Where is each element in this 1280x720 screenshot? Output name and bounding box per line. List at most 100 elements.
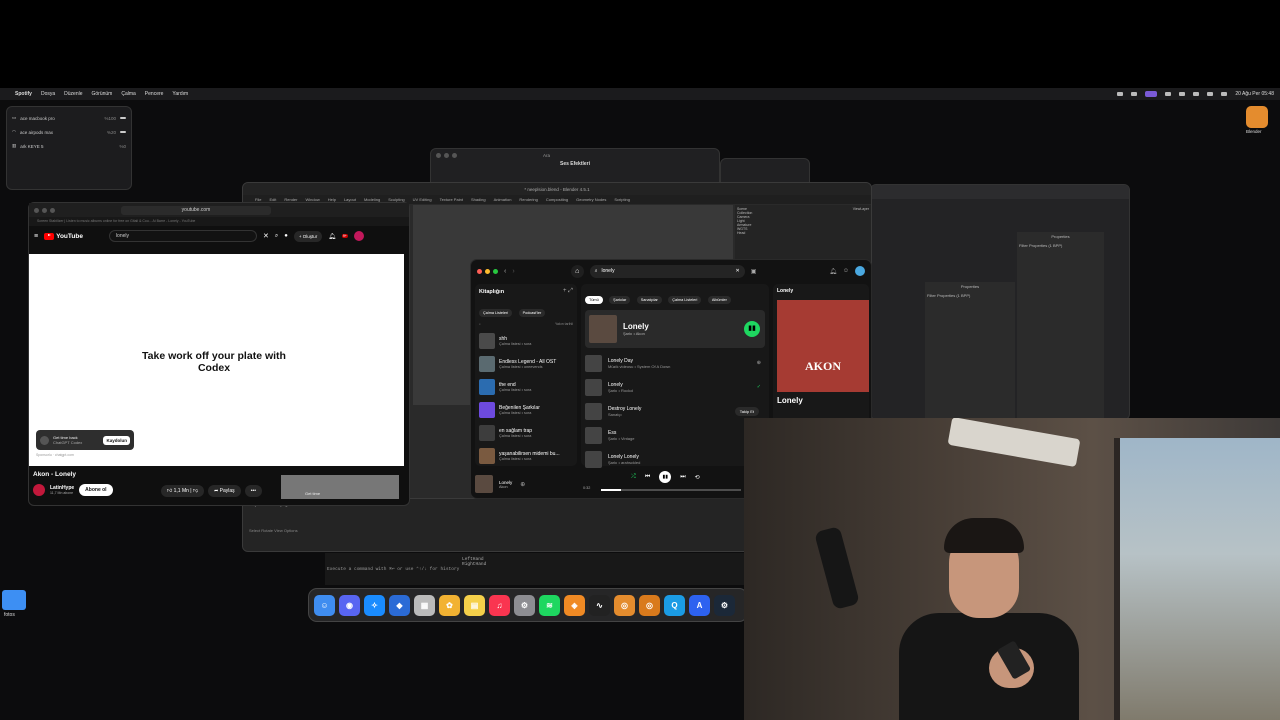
- app-orange-icon[interactable]: ◈: [564, 594, 585, 616]
- profile-avatar[interactable]: [855, 266, 865, 276]
- control-center-icon[interactable]: [1221, 92, 1228, 96]
- status-icon[interactable]: [1131, 92, 1138, 96]
- progress-bar[interactable]: [601, 489, 741, 491]
- account-avatar[interactable]: [353, 231, 364, 241]
- song-row[interactable]: Lonely Day Müzik videosu • System Of A Do…: [585, 351, 765, 375]
- home-icon[interactable]: ⌂: [570, 264, 584, 278]
- music-icon[interactable]: ♫: [489, 594, 510, 616]
- roblox-icon[interactable]: ◆: [389, 594, 410, 616]
- song-action-icon[interactable]: ⊕: [757, 360, 761, 366]
- more-button[interactable]: •••: [244, 485, 262, 497]
- menu-app-name[interactable]: Spotify: [15, 91, 32, 97]
- ad-cta-button[interactable]: Kaydolun: [103, 435, 130, 445]
- filter-chip[interactable]: Sanatçılar: [636, 296, 662, 304]
- window-search[interactable]: Ara: [543, 153, 550, 158]
- properties-panel[interactable]: Properties Filter Properties (1 BPP): [1017, 232, 1104, 422]
- status-icon[interactable]: [1179, 92, 1186, 96]
- outliner-item[interactable]: Head: [737, 231, 869, 235]
- subscribe-button[interactable]: Abone ol: [79, 484, 113, 496]
- menu-icon[interactable]: ≡: [34, 233, 38, 240]
- workspace-tab[interactable]: Shading: [471, 197, 486, 202]
- video-player[interactable]: Take work off your plate with Codex Get …: [29, 254, 404, 466]
- browse-icon[interactable]: ▣: [751, 268, 757, 275]
- window-controls[interactable]: [34, 207, 55, 213]
- steam-icon[interactable]: ⚙: [714, 594, 735, 616]
- properties-panel[interactable]: Properties Filter Properties (1 BPP): [925, 282, 1015, 422]
- menu-playback[interactable]: Çalma: [121, 91, 135, 97]
- bell-icon[interactable]: 🔔︎: [829, 268, 837, 275]
- library-item[interactable]: the end Çalma listesi • sora: [479, 375, 573, 398]
- filter-properties[interactable]: Filter Properties (1 BPP): [925, 291, 1015, 300]
- side-ad[interactable]: Get time: [281, 475, 399, 499]
- status-app-icon[interactable]: [1145, 91, 1158, 97]
- safari-icon[interactable]: ✧: [364, 594, 385, 616]
- filter-chip[interactable]: Albümler: [707, 296, 731, 304]
- quicktime-icon[interactable]: Q: [664, 594, 685, 616]
- outliner[interactable]: Scene ViewLayer Collection Camera Light …: [735, 205, 871, 265]
- clear-search-icon[interactable]: ✕: [735, 268, 739, 274]
- previous-icon[interactable]: ⏮︎: [645, 474, 650, 481]
- menu-file[interactable]: Dosya: [41, 91, 55, 97]
- player-art[interactable]: [475, 475, 493, 493]
- add-to-library-icon[interactable]: ⊕: [520, 481, 525, 488]
- youtube-logo[interactable]: YouTube: [44, 232, 83, 240]
- notification-bell-icon[interactable]: 🔔︎: [328, 233, 336, 240]
- pause-button[interactable]: ▮▮: [659, 471, 672, 483]
- menu-view[interactable]: Görünüm: [92, 91, 113, 97]
- browser-window[interactable]: youtube.com Screen Stabilizer | Listen t…: [28, 202, 410, 506]
- library-filter[interactable]: Çalma Listeleri: [479, 309, 513, 317]
- like-button[interactable]: 👍︎ 1,1 Mn | 👎︎: [161, 485, 205, 497]
- library-item[interactable]: en sağlam trap Çalma listesi • sora: [479, 421, 573, 444]
- player-artist[interactable]: Akon: [499, 485, 512, 489]
- search-icon[interactable]: ⌕: [275, 233, 278, 240]
- workspace-tab[interactable]: Rendering: [519, 197, 537, 202]
- share-button[interactable]: ➦ Paylaş: [208, 485, 241, 497]
- top-result-card[interactable]: Lonely Şarkı • Akon ▮▮: [585, 310, 765, 348]
- workspace-tab[interactable]: Geometry Nodes: [576, 197, 606, 202]
- workspace-tab[interactable]: Compositing: [546, 197, 568, 202]
- song-action-icon[interactable]: ✓: [757, 384, 761, 390]
- library-item[interactable]: yaşanabilirsen midemi bu... Çalma listesi…: [479, 444, 573, 467]
- activity-monitor-icon[interactable]: ∿: [589, 594, 610, 616]
- outliner-view-layer[interactable]: ViewLayer: [853, 207, 869, 211]
- player-title[interactable]: Lonely: [499, 480, 512, 485]
- terminal-hint[interactable]: Execute a command with ⌘↩ or use ⌃↑/↓ fo…: [327, 567, 743, 572]
- settings-icon[interactable]: ⚙: [514, 594, 535, 616]
- finder-icon[interactable]: ☺: [314, 594, 335, 616]
- audio-device-row[interactable]: ◠ ace airpods max %20: [12, 125, 126, 139]
- library-item[interactable]: Endless Legend - All OST Çalma listesi • …: [479, 352, 573, 375]
- menu-edit[interactable]: Düzenle: [64, 91, 82, 97]
- tab-bar[interactable]: Screen Stabilizer | Listen to music albu…: [29, 217, 409, 226]
- forward-arrow-icon[interactable]: ›: [512, 268, 514, 275]
- blender-app-icon[interactable]: [1246, 106, 1268, 128]
- library-search-icon[interactable]: ⌕: [479, 322, 481, 326]
- filter-chip[interactable]: Tümü: [585, 296, 603, 304]
- workspace-tab[interactable]: Scripting: [614, 197, 630, 202]
- terminal-panel[interactable]: LeftHand RightHand Execute a command wit…: [325, 553, 745, 585]
- song-row[interactable]: Destroy Lonely Sanatçı Takip Et: [585, 399, 765, 423]
- workspace-tab[interactable]: Animation: [494, 197, 512, 202]
- status-icon[interactable]: [1117, 92, 1124, 96]
- follow-button[interactable]: Takip Et: [734, 406, 759, 416]
- menu-clock[interactable]: 20 Ağu Per 05:48: [1235, 91, 1274, 97]
- song-row[interactable]: Ess Şarkı • Vintage: [585, 423, 765, 447]
- shuffle-icon[interactable]: ⤮: [631, 474, 636, 481]
- library-item[interactable]: shh Çalma listesi • sora: [479, 329, 573, 352]
- channel-avatar[interactable]: [33, 484, 45, 496]
- photos-icon[interactable]: ✿: [439, 594, 460, 616]
- workspace-tab[interactable]: Texture Paint: [440, 197, 463, 202]
- notes-icon[interactable]: ▤: [464, 594, 485, 616]
- friends-icon[interactable]: ☺: [843, 268, 849, 274]
- filter-properties[interactable]: Filter Properties (1 BPP): [1017, 241, 1104, 250]
- filter-chip[interactable]: Çalma Listeleri: [668, 296, 702, 304]
- add-icon[interactable]: + ⤢: [563, 288, 573, 295]
- search-input[interactable]: lonely: [108, 230, 257, 242]
- status-icon[interactable]: [1165, 92, 1172, 96]
- workspace-tab[interactable]: UV Editing: [413, 197, 432, 202]
- mic-icon[interactable]: ●: [284, 233, 288, 239]
- window-controls[interactable]: [477, 268, 498, 274]
- create-button[interactable]: + Oluştur: [293, 230, 323, 242]
- song-row[interactable]: Lonely Şarkı • Rockol ✓: [585, 375, 765, 399]
- menu-help[interactable]: Yardım: [172, 91, 188, 97]
- sponsored-label[interactable]: Sponsorlu · chatgpt.com: [36, 453, 74, 457]
